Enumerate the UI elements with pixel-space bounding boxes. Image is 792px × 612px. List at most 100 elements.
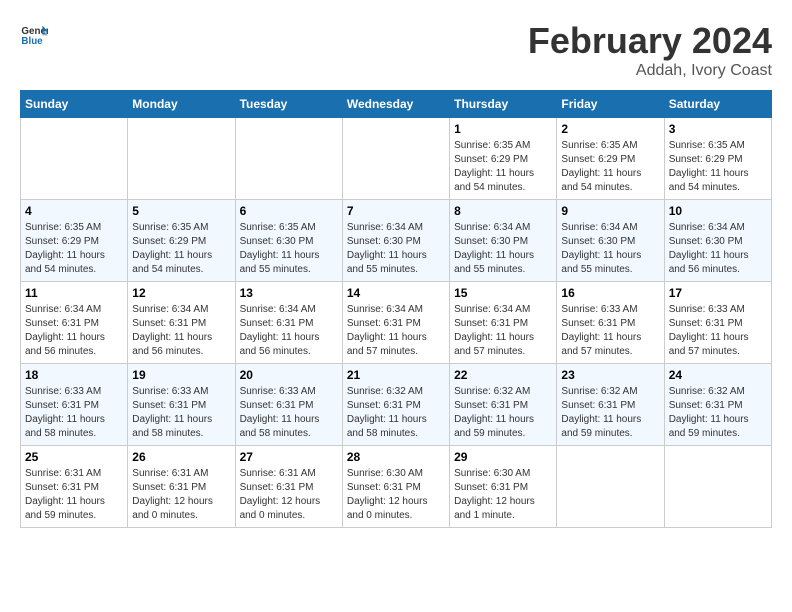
day-info: Sunrise: 6:35 AM Sunset: 6:29 PM Dayligh… [561, 139, 659, 195]
day-info: Sunrise: 6:34 AM Sunset: 6:31 PM Dayligh… [240, 303, 338, 359]
page-header: General Blue February 2024 Addah, Ivory … [20, 20, 772, 80]
calendar-cell: 21 Sunrise: 6:32 AM Sunset: 6:31 PM Dayli… [342, 364, 449, 446]
day-number: 25 [25, 450, 123, 464]
calendar-cell [128, 118, 235, 200]
day-info: Sunrise: 6:34 AM Sunset: 6:31 PM Dayligh… [454, 303, 552, 359]
day-number: 10 [669, 204, 767, 218]
col-header-monday: Monday [128, 91, 235, 118]
calendar-table: SundayMondayTuesdayWednesdayThursdayFrid… [20, 90, 772, 528]
day-info: Sunrise: 6:34 AM Sunset: 6:30 PM Dayligh… [561, 221, 659, 277]
calendar-cell: 18 Sunrise: 6:33 AM Sunset: 6:31 PM Dayli… [21, 364, 128, 446]
calendar-cell: 25 Sunrise: 6:31 AM Sunset: 6:31 PM Dayli… [21, 446, 128, 528]
day-number: 23 [561, 368, 659, 382]
calendar-cell: 22 Sunrise: 6:32 AM Sunset: 6:31 PM Dayli… [450, 364, 557, 446]
day-number: 21 [347, 368, 445, 382]
title-section: February 2024 Addah, Ivory Coast [528, 20, 772, 80]
col-header-wednesday: Wednesday [342, 91, 449, 118]
day-number: 11 [25, 286, 123, 300]
calendar-cell: 20Sunrise: 6:33 AM Sunset: 6:31 PM Dayli… [235, 364, 342, 446]
day-number: 13 [240, 286, 338, 300]
day-number: 19 [132, 368, 230, 382]
calendar-cell: 17 Sunrise: 6:33 AM Sunset: 6:31 PM Dayli… [664, 282, 771, 364]
calendar-cell: 7Sunrise: 6:34 AM Sunset: 6:30 PM Daylig… [342, 200, 449, 282]
day-number: 26 [132, 450, 230, 464]
calendar-cell: 11 Sunrise: 6:34 AM Sunset: 6:31 PM Dayli… [21, 282, 128, 364]
day-number: 18 [25, 368, 123, 382]
day-number: 27 [240, 450, 338, 464]
calendar-cell: 10Sunrise: 6:34 AM Sunset: 6:30 PM Dayli… [664, 200, 771, 282]
col-header-saturday: Saturday [664, 91, 771, 118]
calendar-cell: 23 Sunrise: 6:32 AM Sunset: 6:31 PM Dayli… [557, 364, 664, 446]
day-info: Sunrise: 6:32 AM Sunset: 6:31 PM Dayligh… [669, 385, 767, 441]
col-header-friday: Friday [557, 91, 664, 118]
day-info: Sunrise: 6:33 AM Sunset: 6:31 PM Dayligh… [25, 385, 123, 441]
day-info: Sunrise: 6:34 AM Sunset: 6:31 PM Dayligh… [347, 303, 445, 359]
calendar-cell: 16Sunrise: 6:33 AM Sunset: 6:31 PM Dayli… [557, 282, 664, 364]
calendar-cell: 12Sunrise: 6:34 AM Sunset: 6:31 PM Dayli… [128, 282, 235, 364]
calendar-header-row: SundayMondayTuesdayWednesdayThursdayFrid… [21, 91, 772, 118]
day-info: Sunrise: 6:33 AM Sunset: 6:31 PM Dayligh… [240, 385, 338, 441]
day-info: Sunrise: 6:33 AM Sunset: 6:31 PM Dayligh… [669, 303, 767, 359]
day-info: Sunrise: 6:35 AM Sunset: 6:29 PM Dayligh… [132, 221, 230, 277]
day-info: Sunrise: 6:34 AM Sunset: 6:31 PM Dayligh… [132, 303, 230, 359]
day-info: Sunrise: 6:35 AM Sunset: 6:29 PM Dayligh… [669, 139, 767, 195]
logo-icon: General Blue [20, 20, 48, 48]
day-info: Sunrise: 6:30 AM Sunset: 6:31 PM Dayligh… [454, 467, 552, 523]
day-info: Sunrise: 6:32 AM Sunset: 6:31 PM Dayligh… [454, 385, 552, 441]
day-number: 8 [454, 204, 552, 218]
day-number: 9 [561, 204, 659, 218]
day-number: 14 [347, 286, 445, 300]
day-info: Sunrise: 6:30 AM Sunset: 6:31 PM Dayligh… [347, 467, 445, 523]
day-number: 6 [240, 204, 338, 218]
day-number: 15 [454, 286, 552, 300]
day-info: Sunrise: 6:35 AM Sunset: 6:30 PM Dayligh… [240, 221, 338, 277]
calendar-cell: 8 Sunrise: 6:34 AM Sunset: 6:30 PM Daylig… [450, 200, 557, 282]
calendar-cell: 3 Sunrise: 6:35 AM Sunset: 6:29 PM Daylig… [664, 118, 771, 200]
calendar-week-2: 11 Sunrise: 6:34 AM Sunset: 6:31 PM Dayli… [21, 282, 772, 364]
calendar-week-4: 25 Sunrise: 6:31 AM Sunset: 6:31 PM Dayli… [21, 446, 772, 528]
col-header-thursday: Thursday [450, 91, 557, 118]
day-info: Sunrise: 6:32 AM Sunset: 6:31 PM Dayligh… [561, 385, 659, 441]
calendar-cell: 6 Sunrise: 6:35 AM Sunset: 6:30 PM Daylig… [235, 200, 342, 282]
calendar-cell: 5 Sunrise: 6:35 AM Sunset: 6:29 PM Daylig… [128, 200, 235, 282]
day-number: 17 [669, 286, 767, 300]
calendar-cell: 19 Sunrise: 6:33 AM Sunset: 6:31 PM Dayli… [128, 364, 235, 446]
svg-text:Blue: Blue [21, 36, 43, 47]
calendar-cell [235, 118, 342, 200]
calendar-cell: 27 Sunrise: 6:31 AM Sunset: 6:31 PM Dayli… [235, 446, 342, 528]
col-header-sunday: Sunday [21, 91, 128, 118]
day-number: 3 [669, 122, 767, 136]
day-info: Sunrise: 6:34 AM Sunset: 6:30 PM Dayligh… [454, 221, 552, 277]
calendar-cell [21, 118, 128, 200]
day-info: Sunrise: 6:34 AM Sunset: 6:31 PM Dayligh… [25, 303, 123, 359]
day-number: 1 [454, 122, 552, 136]
calendar-week-0: 1 Sunrise: 6:35 AM Sunset: 6:29 PM Daylig… [21, 118, 772, 200]
day-info: Sunrise: 6:33 AM Sunset: 6:31 PM Dayligh… [132, 385, 230, 441]
calendar-cell [664, 446, 771, 528]
day-info: Sunrise: 6:31 AM Sunset: 6:31 PM Dayligh… [132, 467, 230, 523]
day-info: Sunrise: 6:31 AM Sunset: 6:31 PM Dayligh… [240, 467, 338, 523]
calendar-cell: 28 Sunrise: 6:30 AM Sunset: 6:31 PM Dayli… [342, 446, 449, 528]
day-number: 2 [561, 122, 659, 136]
day-info: Sunrise: 6:35 AM Sunset: 6:29 PM Dayligh… [25, 221, 123, 277]
day-number: 5 [132, 204, 230, 218]
day-info: Sunrise: 6:35 AM Sunset: 6:29 PM Dayligh… [454, 139, 552, 195]
calendar-week-3: 18 Sunrise: 6:33 AM Sunset: 6:31 PM Dayli… [21, 364, 772, 446]
day-number: 22 [454, 368, 552, 382]
day-number: 4 [25, 204, 123, 218]
calendar-cell: 1 Sunrise: 6:35 AM Sunset: 6:29 PM Daylig… [450, 118, 557, 200]
calendar-cell [557, 446, 664, 528]
day-number: 24 [669, 368, 767, 382]
calendar-cell: 26 Sunrise: 6:31 AM Sunset: 6:31 PM Dayli… [128, 446, 235, 528]
location-title: Addah, Ivory Coast [528, 62, 772, 80]
day-info: Sunrise: 6:32 AM Sunset: 6:31 PM Dayligh… [347, 385, 445, 441]
day-info: Sunrise: 6:31 AM Sunset: 6:31 PM Dayligh… [25, 467, 123, 523]
calendar-week-1: 4 Sunrise: 6:35 AM Sunset: 6:29 PM Daylig… [21, 200, 772, 282]
logo: General Blue [20, 20, 48, 48]
calendar-cell: 2 Sunrise: 6:35 AM Sunset: 6:29 PM Daylig… [557, 118, 664, 200]
calendar-cell: 29Sunrise: 6:30 AM Sunset: 6:31 PM Dayli… [450, 446, 557, 528]
calendar-cell: 13 Sunrise: 6:34 AM Sunset: 6:31 PM Dayli… [235, 282, 342, 364]
month-title: February 2024 [528, 20, 772, 62]
calendar-cell: 9 Sunrise: 6:34 AM Sunset: 6:30 PM Daylig… [557, 200, 664, 282]
day-number: 28 [347, 450, 445, 464]
